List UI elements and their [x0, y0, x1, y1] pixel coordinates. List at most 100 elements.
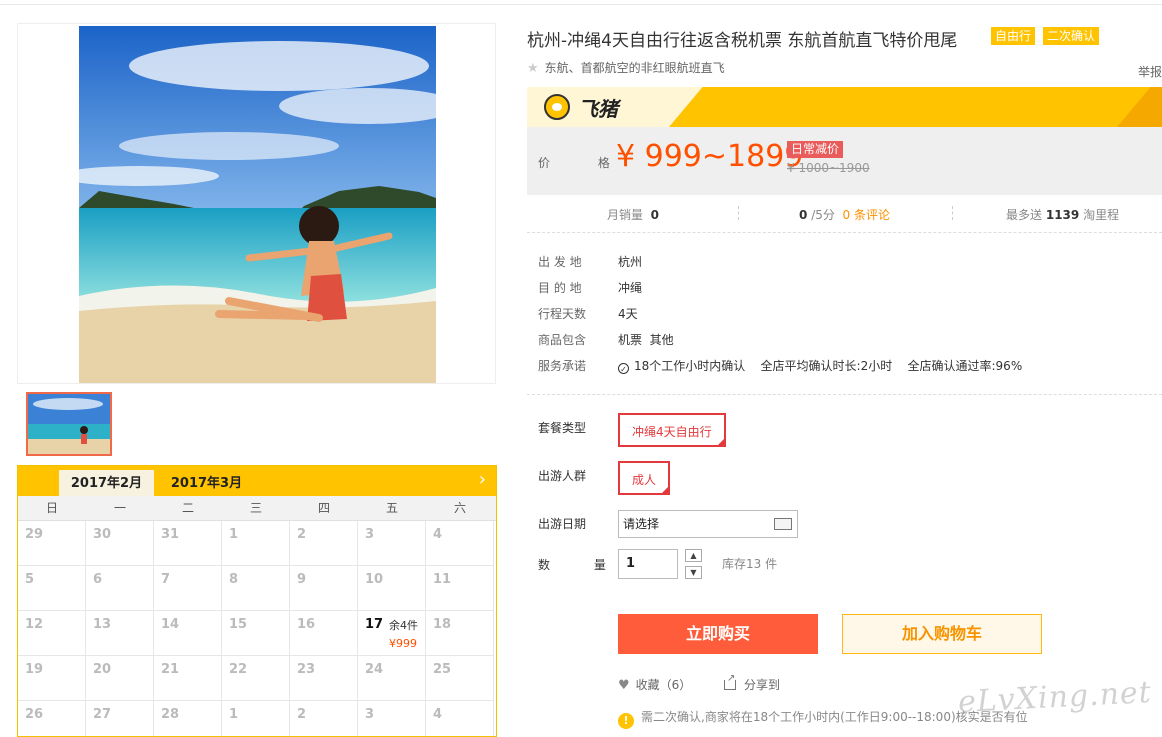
- share-button[interactable]: 分享到: [724, 673, 780, 693]
- share-icon: [724, 673, 736, 690]
- stats-divider: [738, 206, 740, 220]
- calendar-day-cell: 2: [290, 701, 358, 736]
- departure-calendar: 2017年2月 2017年3月 › 日 一 二 三 四 五 六 29 30 31 1 2…: [17, 465, 497, 737]
- warning-icon: !: [618, 713, 634, 729]
- calendar-day-cell: 2: [290, 521, 358, 566]
- report-link[interactable]: 举报: [1138, 63, 1162, 80]
- buy-now-button[interactable]: 立即购买: [618, 614, 818, 654]
- calendar-day-number: 31: [161, 527, 180, 542]
- calendar-day-number: 25: [433, 662, 452, 677]
- top-divider: [0, 0, 1162, 5]
- quantity-increase-icon[interactable]: ▲: [685, 549, 702, 562]
- thumbnail-image[interactable]: [26, 392, 112, 456]
- calendar-day-cell: 30: [86, 521, 154, 566]
- add-to-cart-button[interactable]: 加入购物车: [842, 614, 1042, 654]
- calendar-tab-feb[interactable]: 2017年2月: [59, 470, 154, 496]
- original-price: ¥ 1000~1900: [787, 161, 870, 175]
- calendar-day-number: 14: [161, 617, 180, 632]
- calendar-day-number: 30: [93, 527, 112, 542]
- calendar-day-cell: 22: [222, 656, 290, 701]
- date-select-input[interactable]: 请选择: [618, 510, 798, 538]
- calendar-day-number: 22: [229, 662, 248, 677]
- calendar-next-arrow-icon[interactable]: ›: [479, 469, 486, 490]
- quantity-decrease-icon[interactable]: ▼: [685, 566, 702, 579]
- package-type-label: 套餐类型: [538, 421, 587, 435]
- calendar-day-cell: 21: [154, 656, 222, 701]
- calendar-day-cell[interactable]: 17 余4件 ¥999: [358, 611, 426, 656]
- calendar-day-number: 5: [25, 572, 35, 587]
- selected-check-icon: [715, 437, 726, 471]
- product-subtitle: ★ 东航、首都航空的非红眼航班直飞: [527, 59, 725, 76]
- calendar-day-number: 12: [25, 617, 44, 632]
- calendar-day-number: 4: [433, 527, 443, 542]
- calendar-day-cell: 9: [290, 566, 358, 611]
- calendar-day-cell: 15: [222, 611, 290, 656]
- info-destination: 目 的 地冲绳: [538, 281, 643, 295]
- calendar-day-number: 15: [229, 617, 248, 632]
- fliggy-pig-icon: [544, 94, 570, 120]
- logo-text: 飞猪: [578, 97, 618, 121]
- info-includes: 商品包含 机票 其他: [538, 333, 674, 347]
- main-product-image: [79, 26, 436, 383]
- calendar-day-cell: 20: [86, 656, 154, 701]
- calendar-weekday-row: 日 一 二 三 四 五 六: [18, 496, 496, 521]
- calendar-day-cell: 24: [358, 656, 426, 701]
- weekday-label: 六: [453, 501, 466, 515]
- calendar-day-cell: 19: [18, 656, 86, 701]
- calendar-day-cell: 28: [154, 701, 222, 736]
- calendar-day-cell: 26: [18, 701, 86, 736]
- calendar-day-cell: 16: [290, 611, 358, 656]
- calendar-day-cell: 4: [426, 521, 494, 566]
- favorite-button[interactable]: ♥ 收藏（6）: [618, 676, 691, 693]
- calendar-day-cell: 8: [222, 566, 290, 611]
- calendar-day-number: 18: [433, 617, 452, 632]
- calendar-day-number: 7: [161, 572, 171, 587]
- calendar-day-number: 24: [365, 662, 384, 677]
- calendar-day-number: 3: [365, 707, 375, 722]
- calendar-day-cell: 5: [18, 566, 86, 611]
- calendar-day-stock: 余4件: [389, 619, 418, 632]
- calendar-day-cell: 7: [154, 566, 222, 611]
- info-service: 服务承诺 ✓ 18个工作小时内确认 全店平均确认时长:2小时 全店确认通过率:96%: [538, 359, 1023, 374]
- rating: 0 /5分 0 条评论: [799, 208, 890, 222]
- calendar-day-number: 23: [297, 662, 316, 677]
- calendar-day-number: 9: [297, 572, 307, 587]
- quantity-input[interactable]: 1: [618, 549, 678, 579]
- calendar-day-number: 27: [93, 707, 112, 722]
- weekday-label: 五: [385, 501, 398, 515]
- info-duration: 行程天数 4天: [538, 307, 638, 321]
- calendar-icon[interactable]: [774, 518, 792, 530]
- calendar-day-cell: 18: [426, 611, 494, 656]
- calendar-day-cell: 13: [86, 611, 154, 656]
- calendar-day-number: 10: [365, 572, 384, 587]
- stats-bar: 月销量 0 0 /5分 0 条评论 最多送 1139 淘里程: [527, 198, 1162, 233]
- product-title: 杭州-冲绳4天自由行往返含税机票 东航首航直飞特价甩尾: [527, 31, 958, 51]
- calendar-tab-mar[interactable]: 2017年3月: [164, 470, 249, 496]
- main-image-frame: [17, 23, 496, 384]
- calendar-day-cell: 27: [86, 701, 154, 736]
- calendar-day-number: 28: [161, 707, 180, 722]
- quantity-label: 数 量: [538, 558, 626, 572]
- calendar-day-cell: 31: [154, 521, 222, 566]
- price-box: 价 格 ¥ 999~1899 日常减价 ¥ 1000~1900: [527, 127, 1162, 195]
- calendar-day-number: 8: [229, 572, 239, 587]
- calendar-day-number: 3: [365, 527, 375, 542]
- subtitle-text: 东航、首都航空的非红眼航班直飞: [544, 61, 725, 75]
- calendar-day-cell: 10: [358, 566, 426, 611]
- weekday-label: 四: [317, 501, 330, 515]
- package-option-okinawa[interactable]: 冲绳4天自由行: [618, 413, 726, 471]
- promo-badge: 日常减价: [787, 141, 844, 158]
- crowd-option-adult[interactable]: 成人: [618, 461, 671, 519]
- calendar-day-number: 11: [433, 572, 452, 587]
- calendar-day-number: 26: [25, 707, 44, 722]
- brand-banner: 飞猪: [527, 87, 1162, 127]
- calendar-day-cell: 6: [86, 566, 154, 611]
- calendar-day-cell: 4: [426, 701, 494, 736]
- tag-free-travel: 自由行: [991, 27, 1036, 45]
- calendar-day-price: ¥999: [389, 637, 417, 650]
- selected-check-icon: [660, 485, 671, 519]
- reviews-link[interactable]: 0 条评论: [843, 208, 890, 222]
- info-departure: 出 发 地杭州: [538, 255, 643, 269]
- calendar-day-number: 1: [229, 707, 239, 722]
- date-label: 出游日期: [538, 517, 587, 531]
